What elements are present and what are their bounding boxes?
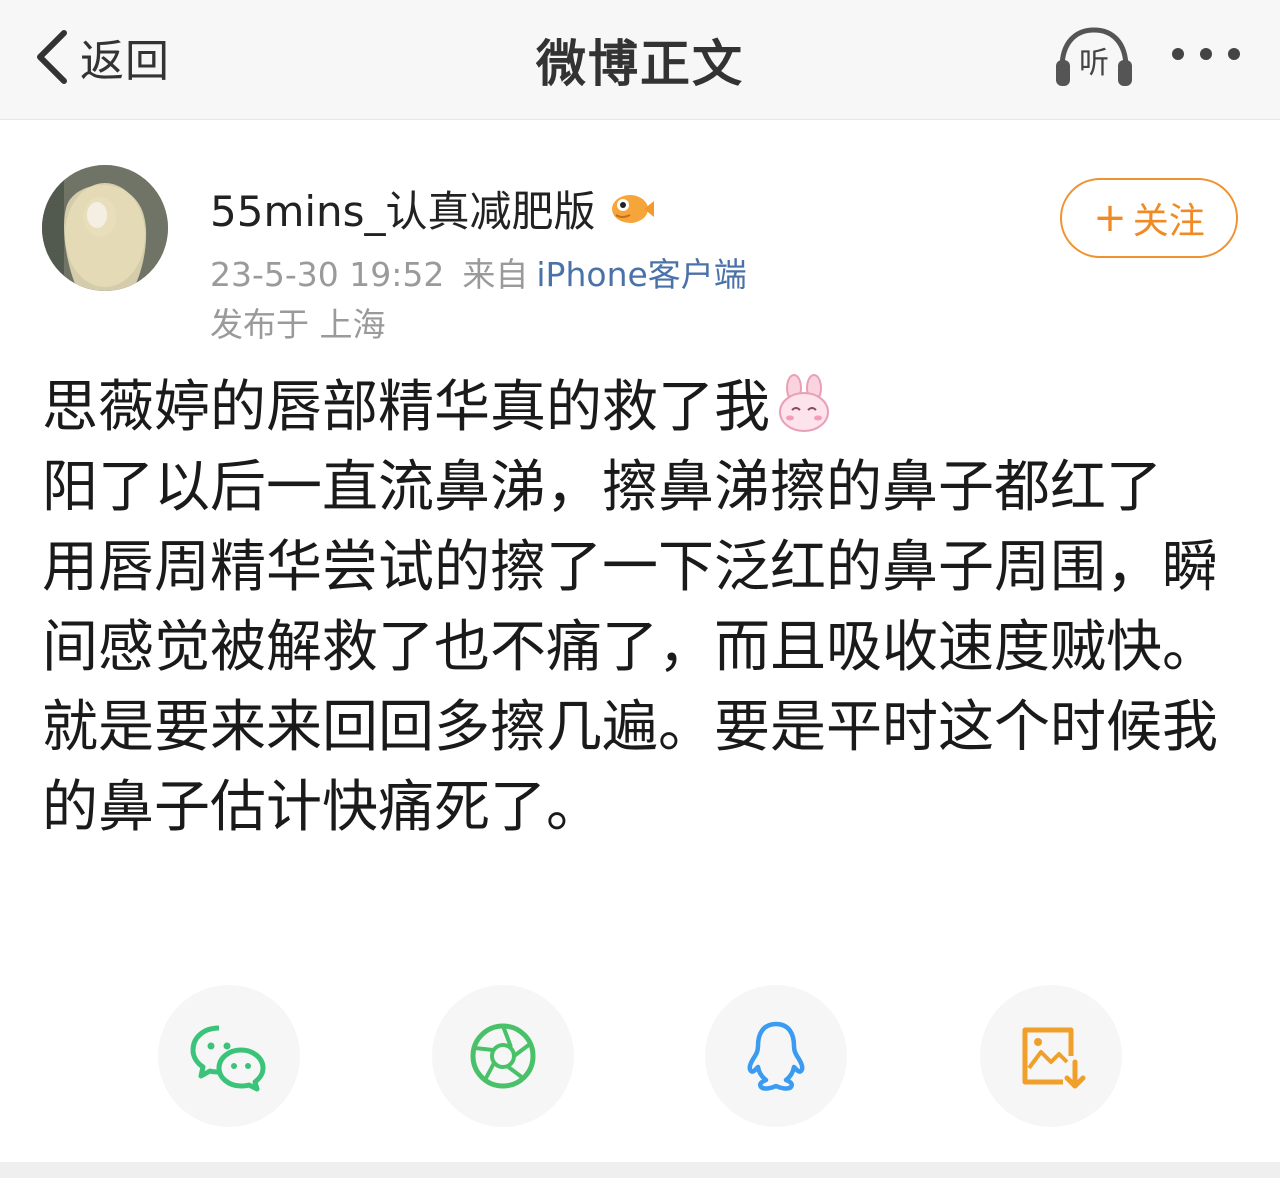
member-badge-icon [611, 195, 654, 223]
post-content: 思薇婷的唇部精华真的救了我 阳了以后一直流鼻涕，擦鼻涕擦的鼻子都红了 用唇周精华… [42, 368, 1242, 848]
post-line: 用唇周精华尝试的擦了一下泛红的鼻子周围，瞬间感觉被解救了也不痛了，而且吸收速度贼… [42, 535, 1218, 840]
bottom-divider [0, 1162, 1280, 1178]
wechat-moments-icon [470, 1023, 536, 1089]
plus-icon: + [1093, 195, 1127, 241]
post-date: 23-5-30 19:52 [210, 255, 445, 294]
avatar-image [42, 165, 168, 291]
from-label: 来自 [462, 255, 529, 294]
avatar[interactable] [42, 165, 168, 291]
more-dots-icon [1172, 48, 1184, 60]
top-nav-bar: 返回 微博正文 听 [0, 0, 1280, 120]
wechat-icon [190, 1025, 266, 1092]
qq-icon [747, 1021, 805, 1091]
listen-button[interactable]: 听 [1052, 24, 1136, 90]
share-qq-button[interactable] [705, 985, 847, 1127]
post-line: 阳了以后一直流鼻涕，擦鼻涕擦的鼻子都红了 [42, 455, 1162, 520]
username[interactable]: 55mins_认真减肥版 [210, 178, 596, 239]
post-location: 发布于 上海 [210, 305, 386, 344]
listen-label: 听 [1079, 46, 1109, 81]
follow-button[interactable]: + 关注 [1060, 178, 1238, 258]
save-image-button[interactable] [980, 985, 1122, 1127]
post-line: 思薇婷的唇部精华真的救了我 [42, 368, 1242, 448]
bunny-emoji-icon [779, 374, 829, 432]
follow-label: 关注 [1132, 201, 1205, 242]
client-link[interactable]: iPhone客户端 [536, 255, 746, 294]
share-wechat-button[interactable] [158, 985, 300, 1127]
share-moments-button[interactable] [432, 985, 574, 1127]
post-meta: 23-5-30 19:52 来自 iPhone客户端 [210, 248, 747, 296]
username-row: 55mins_认真减肥版 [210, 180, 654, 236]
more-options-button[interactable] [1166, 40, 1246, 70]
save-image-icon [1022, 1027, 1086, 1089]
